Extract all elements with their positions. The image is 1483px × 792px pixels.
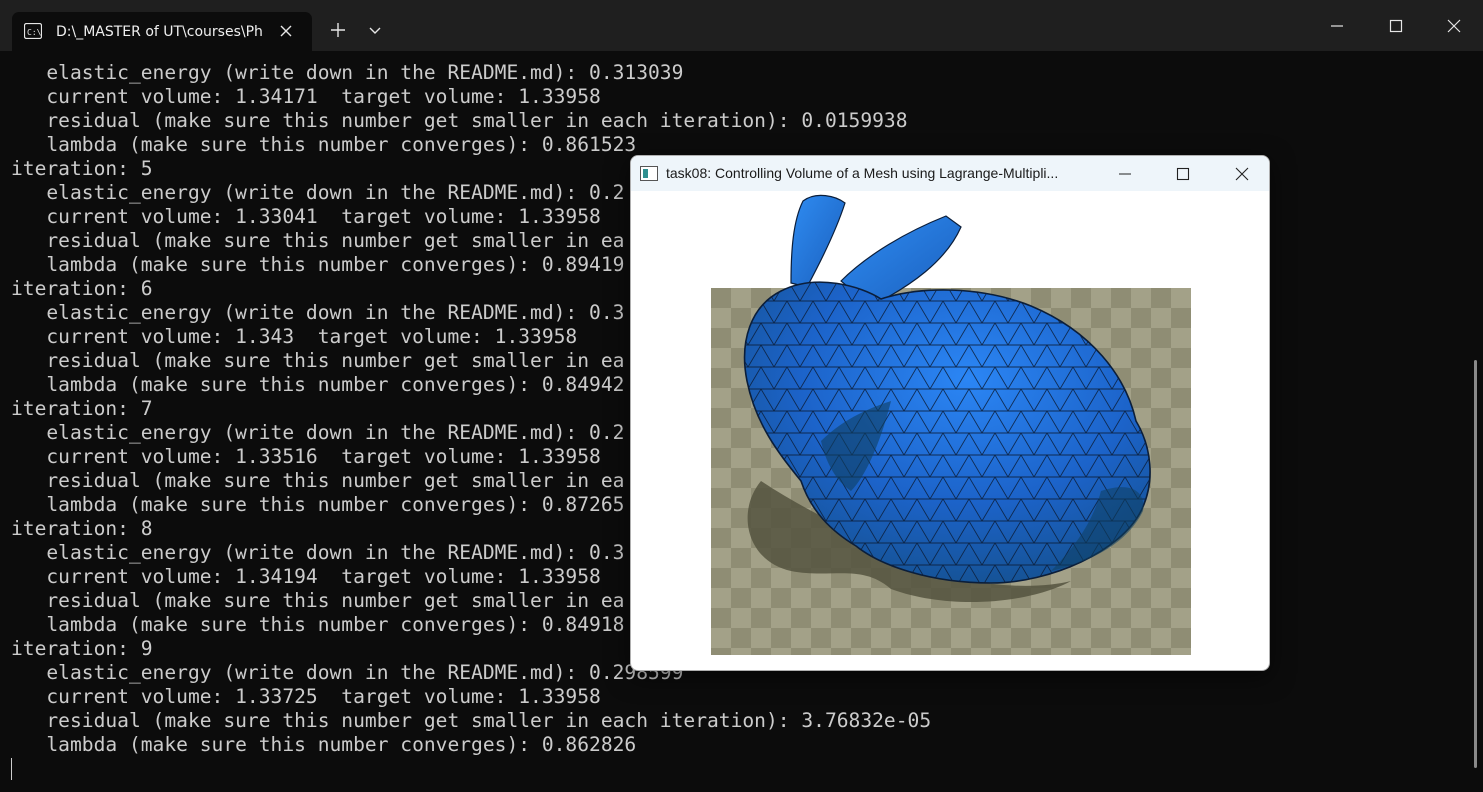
maximize-icon bbox=[1389, 19, 1403, 33]
new-tab-plus-icon[interactable] bbox=[328, 20, 348, 40]
tab-title: D:\_MASTER of UT\courses\Ph bbox=[56, 24, 263, 40]
terminal-tab[interactable]: C:\ D:\_MASTER of UT\courses\Ph bbox=[12, 12, 312, 51]
close-icon bbox=[1447, 19, 1461, 33]
chevron-down-icon[interactable] bbox=[367, 22, 383, 38]
minimize-icon bbox=[1119, 173, 1131, 175]
close-button[interactable] bbox=[1425, 0, 1483, 51]
mesh-viewer-window[interactable]: task08: Controlling Volume of a Mesh usi… bbox=[630, 155, 1270, 671]
output-line: residual (make sure this number get smal… bbox=[11, 709, 932, 732]
output-line: lambda (make sure this number converges)… bbox=[11, 733, 637, 756]
terminal-scrollbar[interactable] bbox=[1474, 360, 1477, 768]
svg-text:C:\: C:\ bbox=[27, 28, 42, 37]
viewer-titlebar[interactable]: task08: Controlling Volume of a Mesh usi… bbox=[631, 156, 1269, 191]
maximize-icon bbox=[1176, 167, 1190, 181]
maximize-button[interactable] bbox=[1367, 0, 1425, 51]
minimize-icon bbox=[1331, 25, 1343, 27]
close-icon bbox=[1235, 167, 1249, 181]
output-line: lambda (make sure this number converges)… bbox=[11, 133, 637, 156]
output-line: current volume: 1.34171 target volume: 1… bbox=[11, 85, 601, 108]
output-line: current volume: 1.33725 target volume: 1… bbox=[11, 685, 601, 708]
viewer-minimize-button[interactable] bbox=[1095, 156, 1153, 191]
tab-close-icon[interactable] bbox=[278, 23, 294, 39]
terminal-titlebar: C:\ D:\_MASTER of UT\courses\Ph bbox=[0, 0, 1483, 51]
text-cursor bbox=[11, 758, 12, 780]
viewer-maximize-button[interactable] bbox=[1153, 156, 1211, 191]
minimize-button[interactable] bbox=[1308, 0, 1366, 51]
command-prompt-icon: C:\ bbox=[23, 22, 43, 40]
bunny-ear-back bbox=[790, 194, 846, 288]
app-window-icon bbox=[640, 166, 658, 181]
viewer-title: task08: Controlling Volume of a Mesh usi… bbox=[666, 165, 1059, 181]
viewer-close-button[interactable] bbox=[1212, 156, 1269, 191]
output-line: elastic_energy (write down in the README… bbox=[11, 61, 684, 84]
output-line: residual (make sure this number get smal… bbox=[11, 109, 908, 132]
render-canvas[interactable] bbox=[631, 191, 1270, 671]
